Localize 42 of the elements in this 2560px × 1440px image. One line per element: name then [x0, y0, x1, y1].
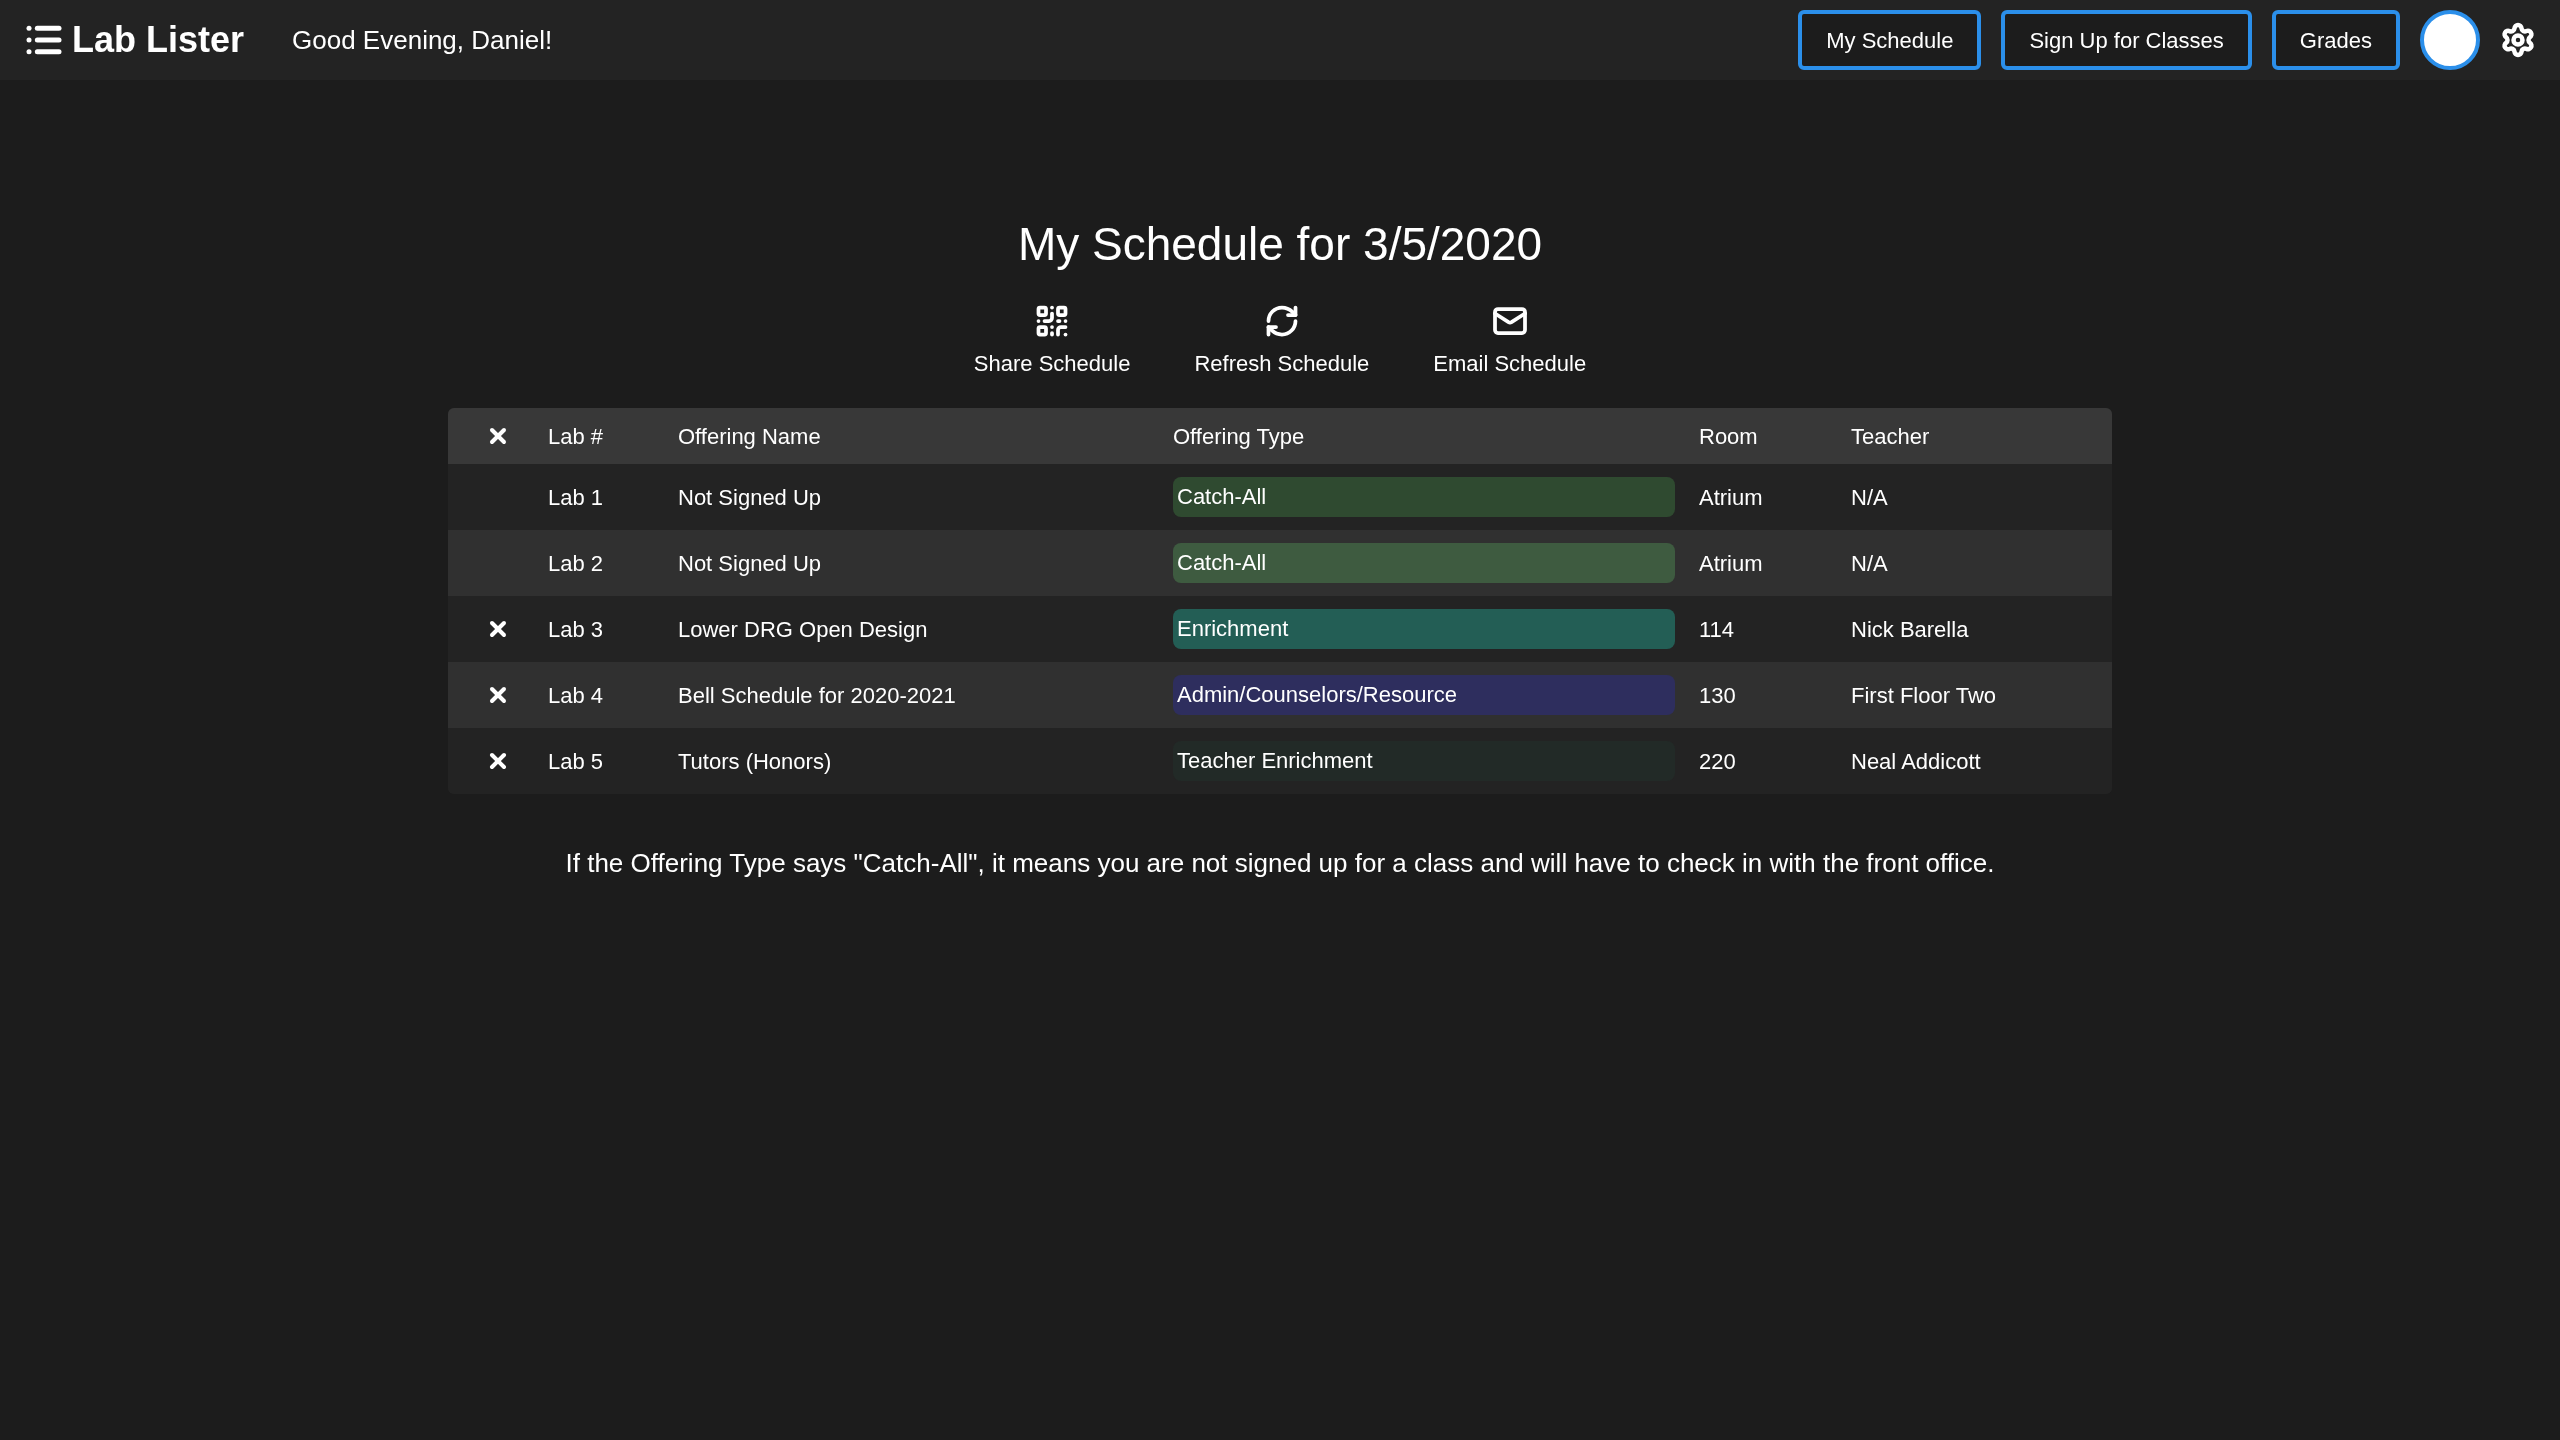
- action-button[interactable]: Share Schedule: [973, 303, 1131, 380]
- table-cell-text: Lab 5: [548, 747, 605, 776]
- table-cell-text: 220: [1699, 747, 1737, 776]
- table-cell-text: Nick Barella: [1851, 615, 1970, 644]
- table-cell-text: First Floor Two: [1851, 681, 1998, 710]
- table-cell-text: N/A: [1851, 549, 1889, 578]
- offering-type-tag: Catch-All: [1173, 543, 1675, 583]
- action-button[interactable]: Email Schedule: [1433, 303, 1587, 380]
- column-header: Offering Name: [678, 422, 822, 451]
- app-title: Lab Lister: [72, 18, 245, 62]
- table-cell-text: Neal Addicott: [1851, 747, 1982, 776]
- table-cell-text: Lab 2: [548, 549, 605, 578]
- nav-button[interactable]: Grades: [2271, 10, 2400, 70]
- table-cell-text: Atrium: [1699, 483, 1764, 512]
- offering-type-tag: Teacher Enrichment: [1173, 741, 1675, 781]
- table-cell-text: Lab 3: [548, 615, 605, 644]
- info-note: If the Offering Type says "Catch-All", it means you are not signed up for a class and will have to check in with the front office.: [565, 847, 1995, 880]
- table-cell-text: Tutors (Honors): [678, 747, 833, 776]
- column-header: Offering Type: [1173, 422, 1306, 451]
- greeting: Good Evening, Daniel!: [292, 23, 553, 57]
- table-cell-text: Lab 4: [548, 681, 605, 710]
- offering-type-tag: Admin/Counselors/Resource: [1173, 675, 1675, 715]
- column-header: Lab #: [548, 422, 605, 451]
- nav-button[interactable]: Sign Up for Classes: [2001, 10, 2252, 70]
- offering-type-tag: Catch-All: [1173, 477, 1675, 517]
- table-cell-text: N/A: [1851, 483, 1889, 512]
- table-cell-text: Atrium: [1699, 549, 1764, 578]
- table-cell-text: 130: [1699, 681, 1737, 710]
- table-cell-text: 114: [1699, 615, 1736, 644]
- settings-icon[interactable]: [2500, 22, 2536, 58]
- page-heading: My Schedule for 3/5/2020: [1017, 217, 1543, 272]
- column-header: Teacher: [1851, 422, 1931, 451]
- column-header: Room: [1699, 422, 1759, 451]
- table-cell-text: Lower DRG Open Design: [678, 615, 929, 644]
- table-cell-text: Lab 1: [548, 483, 605, 512]
- table-cell-text: Bell Schedule for 2020-2021: [678, 681, 957, 710]
- avatar[interactable]: [2420, 10, 2480, 70]
- offering-type-tag: Enrichment: [1173, 609, 1675, 649]
- table-cell-text: Not Signed Up: [678, 483, 823, 512]
- action-button[interactable]: Refresh Schedule: [1194, 303, 1370, 380]
- table-cell-text: Not Signed Up: [678, 549, 823, 578]
- nav-button[interactable]: My Schedule: [1798, 10, 1982, 70]
